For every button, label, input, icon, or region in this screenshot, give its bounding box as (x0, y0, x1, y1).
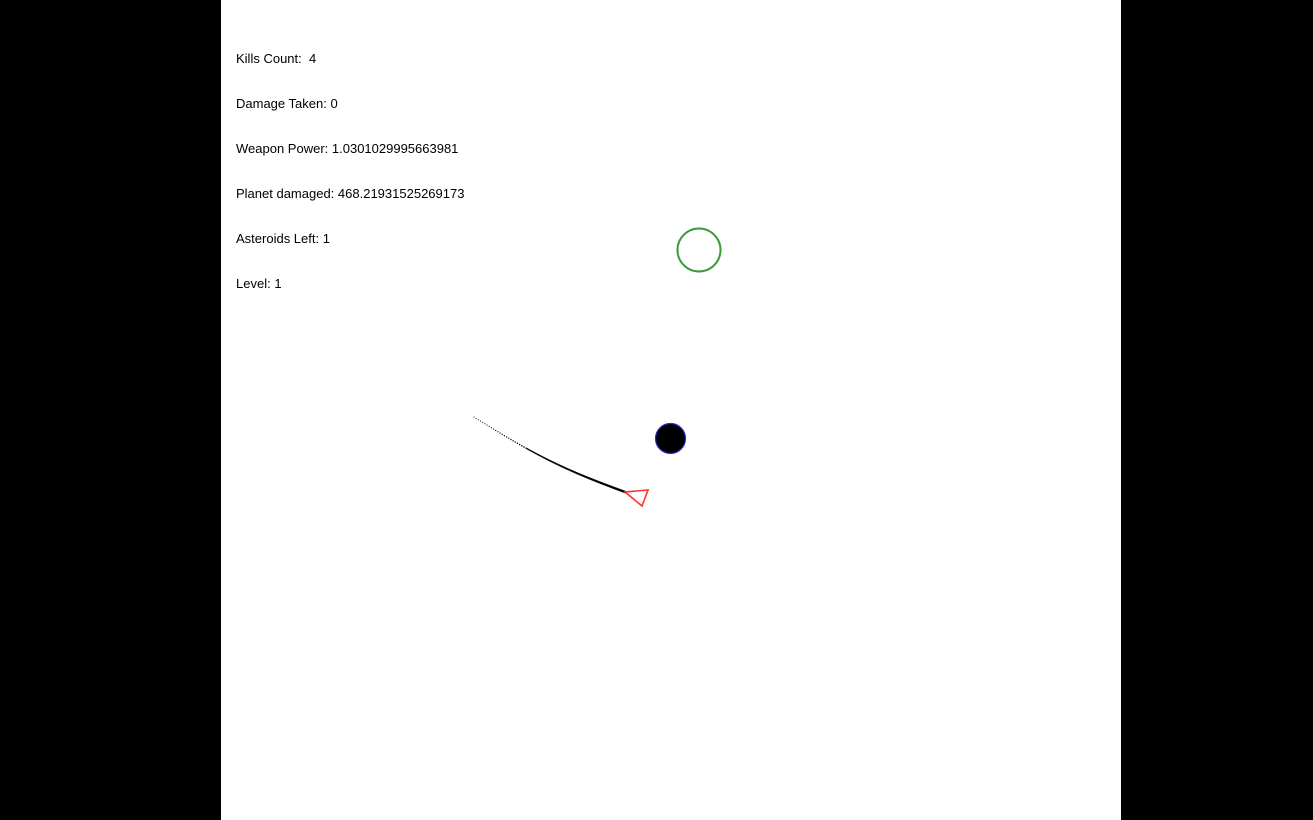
trail-particle (518, 443, 521, 446)
trail-particle (506, 436, 508, 438)
trail-particle (482, 421, 484, 423)
trail-particle (501, 433, 503, 435)
green-ring-asteroid (676, 227, 722, 273)
trail-particle (510, 438, 512, 441)
trail-particle (523, 446, 525, 448)
trail-particle (484, 423, 486, 425)
trail-particle (473, 416, 475, 418)
trail-particle (508, 437, 510, 439)
trail-particle (512, 440, 514, 442)
trail-particle (477, 419, 479, 421)
game-canvas[interactable]: Kills Count: 4 Damage Taken: 0 Weapon Po… (221, 0, 1121, 820)
trail-particle (488, 425, 490, 427)
trail-particle (490, 427, 492, 429)
trail-particle (495, 429, 497, 431)
trail-particle (503, 435, 505, 437)
red-triangle-ship (622, 489, 650, 508)
trail-particle (516, 442, 519, 444)
trail-particle (499, 432, 501, 434)
trail-particle (514, 441, 516, 443)
trail-particle (480, 420, 481, 422)
black-planet (654, 422, 687, 455)
trail-particle (486, 424, 488, 426)
trail-particle (521, 445, 523, 447)
trail-particle (497, 431, 499, 433)
game-scene (473, 227, 722, 508)
trail-particle (493, 428, 495, 430)
trail-particle (475, 417, 477, 419)
ship-exhaust-trail (473, 416, 627, 494)
